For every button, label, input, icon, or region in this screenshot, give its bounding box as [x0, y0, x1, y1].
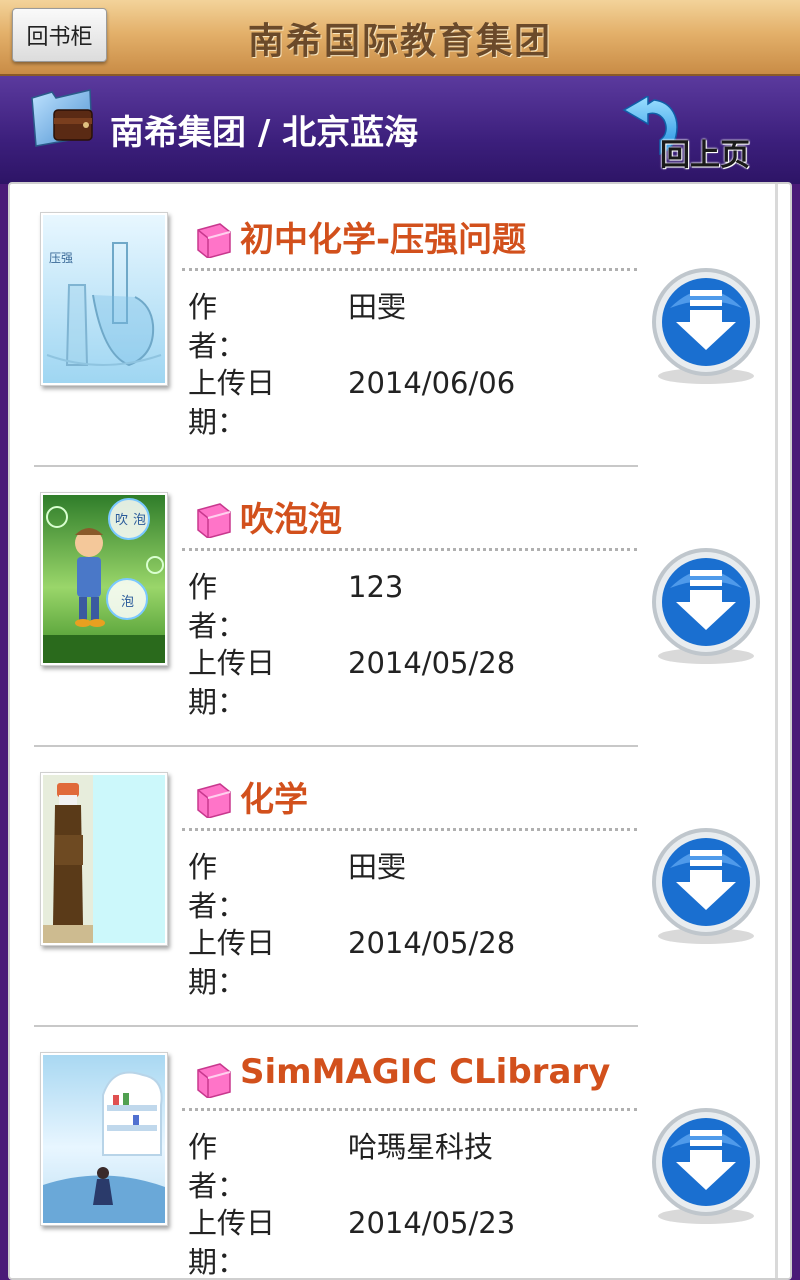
download-button[interactable]	[648, 1104, 764, 1228]
cover-text: 泡	[121, 595, 135, 610]
book-cover[interactable]	[40, 1052, 168, 1226]
cover-text: 吹	[115, 513, 129, 528]
book-icon	[197, 503, 231, 538]
author-value: 哈瑪星科技	[348, 1130, 494, 1164]
book-title[interactable]: 吹泡泡	[240, 492, 342, 541]
list-item[interactable]: 化学 作者： 田雯 上传日 期： 2014/05/28	[10, 744, 770, 1027]
dotted-divider	[182, 828, 637, 831]
book-title[interactable]: SimMAGIC CLibrary	[240, 1052, 610, 1092]
book-cover[interactable]	[40, 772, 168, 946]
back-to-previous-page-button[interactable]: 回上页	[620, 96, 760, 173]
book-icon	[197, 1063, 231, 1098]
book-title[interactable]: 初中化学-压强问题	[240, 212, 526, 261]
upload-date-value: 2014/06/06	[348, 366, 516, 400]
download-button[interactable]	[648, 264, 764, 388]
book-cover[interactable]: 压强	[40, 212, 168, 386]
book-list-panel[interactable]: 压强 初中化学-压强问题 作者： 田雯 上传日 期： 2014/06/06 吹 …	[8, 182, 792, 1280]
top-bar: 南希国际教育集团 回书柜	[0, 0, 800, 76]
folder-icon	[31, 89, 93, 147]
download-button[interactable]	[648, 824, 764, 948]
author-label: 作者：	[188, 290, 247, 363]
upload-date-value: 2014/05/28	[348, 926, 516, 960]
dotted-divider	[182, 1108, 637, 1111]
breadcrumb: 南希集团 / 北京蓝海	[110, 112, 419, 153]
nav-header: 南希集团 / 北京蓝海 回上页	[0, 76, 800, 184]
book-title[interactable]: 化学	[240, 772, 308, 821]
scrollbar[interactable]	[775, 184, 778, 1278]
list-item[interactable]: SimMAGIC CLibrary 作者： 哈瑪星科技 上传日 期： 2014/0…	[10, 1024, 770, 1279]
upload-date-value: 2014/05/28	[348, 646, 516, 680]
upload-date-value: 2014/05/23	[348, 1206, 516, 1240]
upload-date-label: 上传日 期：	[188, 926, 276, 999]
dotted-divider	[182, 548, 637, 551]
upload-date-label: 上传日 期：	[188, 366, 276, 439]
app-title: 南希国际教育集团	[247, 20, 552, 62]
book-icon	[197, 783, 231, 818]
dotted-divider	[182, 268, 637, 271]
upload-date-label: 上传日 期：	[188, 1206, 276, 1279]
back-to-bookshelf-button[interactable]: 回书柜	[12, 8, 107, 62]
author-label: 作者：	[188, 850, 247, 923]
cover-title: 压强	[49, 251, 74, 265]
list-item[interactable]: 压强 初中化学-压强问题 作者： 田雯 上传日 期： 2014/06/06	[10, 184, 770, 467]
previous-page-label: 回上页	[660, 138, 750, 173]
author-value: 田雯	[348, 290, 407, 324]
author-value: 田雯	[348, 850, 407, 884]
author-label: 作者：	[188, 1130, 247, 1203]
list-item[interactable]: 吹 泡 泡 吹泡泡 作者： 123 上传日 期： 2014/05/28	[10, 464, 770, 747]
author-value: 123	[348, 570, 404, 604]
book-cover[interactable]: 吹 泡 泡	[40, 492, 168, 666]
download-button[interactable]	[648, 544, 764, 668]
cover-text: 泡	[133, 513, 147, 528]
book-icon	[197, 223, 231, 258]
upload-date-label: 上传日 期：	[188, 646, 276, 719]
author-label: 作者：	[188, 570, 247, 643]
